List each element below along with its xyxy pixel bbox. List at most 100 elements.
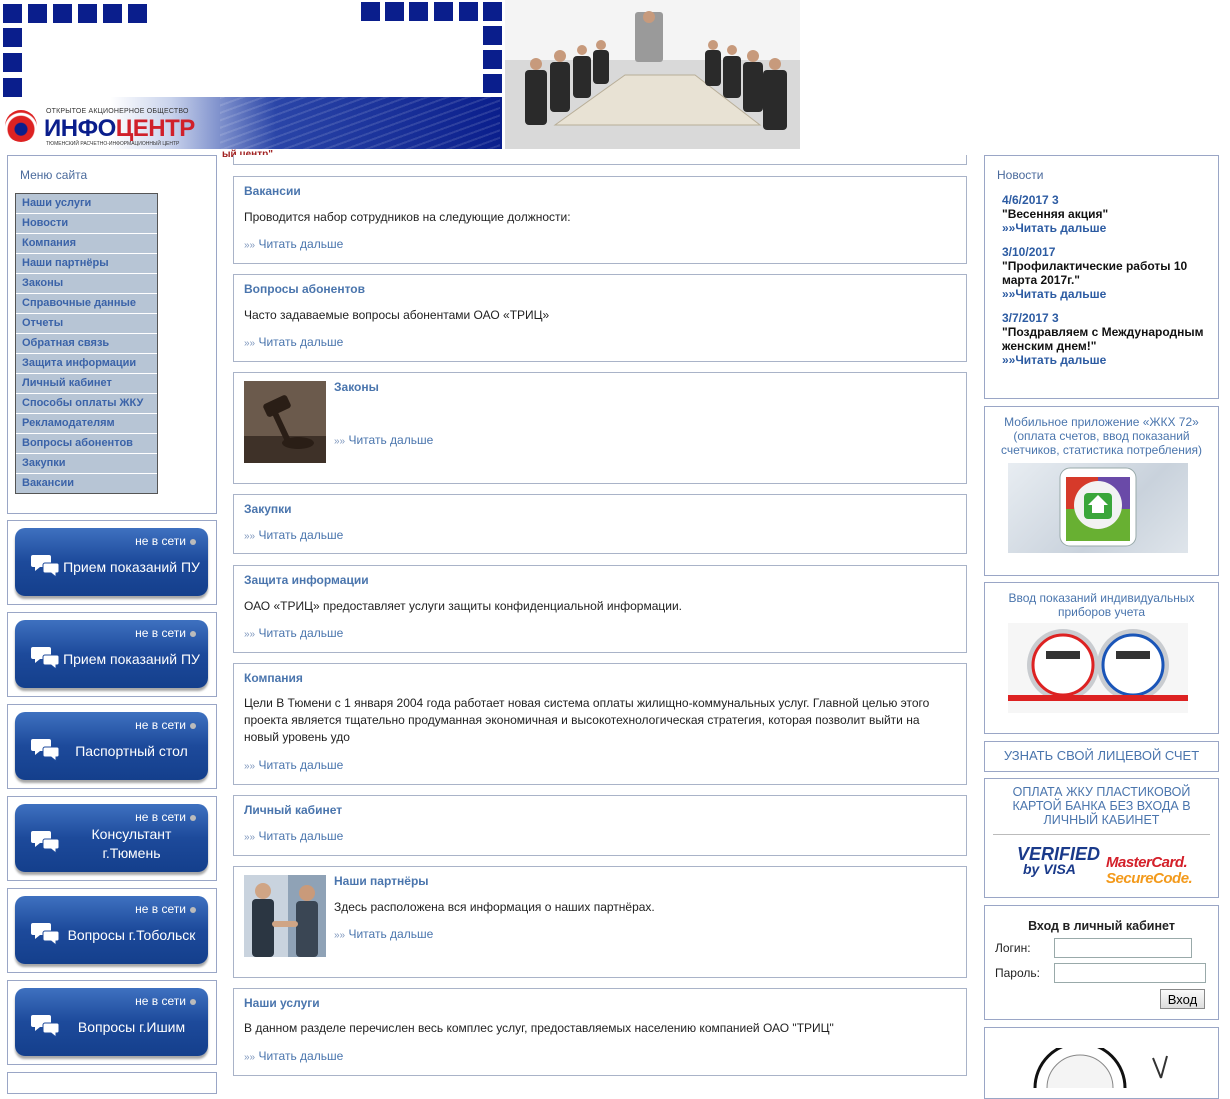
article-title[interactable]: Компания — [244, 671, 303, 685]
handshake-thumbnail[interactable] — [244, 875, 326, 957]
menu-item[interactable]: Наши партнёры — [16, 254, 157, 274]
article-card: Закупки »» Читать дальше — [233, 494, 967, 554]
chat-button[interactable]: не в сети Консультант г.Тюмень — [15, 804, 208, 872]
chat-button[interactable]: не в сети Вопросы г.Тобольск — [15, 896, 208, 964]
logo-banner[interactable]: ОТКРЫТОЕ АКЦИОНЕРНОЕ ОБЩЕСТВО ИНФОЦЕНТР … — [0, 97, 502, 149]
chat-bubbles-icon — [31, 923, 60, 946]
article-card: Наши партнёры Здесь расположена вся инфо… — [233, 866, 967, 978]
chat-label: Прием показаний ПУ — [63, 651, 200, 667]
news-title: Новости — [997, 168, 1044, 182]
site-menu: Меню сайта Наши услуги Новости Компания … — [7, 155, 217, 514]
article-card: Наши услуги В данном разделе перечислен … — [233, 988, 967, 1076]
menu-item[interactable]: Обратная связь — [16, 334, 157, 354]
article-card: Вакансии Проводится набор сотрудников на… — [233, 176, 967, 264]
menu-item[interactable]: Законы — [16, 274, 157, 294]
mobile-app-box: Мобильное приложение «ЖКХ 72» (оплата сч… — [984, 406, 1219, 576]
chat-bubbles-icon — [31, 647, 60, 670]
read-more-link[interactable]: »» Читать дальше — [244, 237, 343, 251]
article-title[interactable]: Закупки — [244, 502, 292, 516]
chat-button[interactable]: не в сети Вопросы г.Ишим — [15, 988, 208, 1056]
chat-widget: не в сети Прием показаний ПУ — [7, 612, 217, 697]
deco-square — [103, 4, 122, 23]
article-title[interactable]: Личный кабинет — [244, 803, 342, 817]
article-title[interactable]: Защита информации — [244, 573, 369, 587]
article-title[interactable]: Наши услуги — [244, 996, 320, 1010]
logo-top-text: ОТКРЫТОЕ АКЦИОНЕРНОЕ ОБЩЕСТВО — [46, 108, 189, 115]
news-read-more-link[interactable]: »»Читать дальше — [1002, 353, 1207, 367]
article-card: Личный кабинет »» Читать дальше — [233, 795, 967, 856]
deco-square — [483, 50, 502, 69]
mobile-app-banner[interactable] — [1008, 463, 1188, 553]
menu-item[interactable]: Рекламодателям — [16, 414, 157, 434]
menu-item[interactable]: Справочные данные — [16, 294, 157, 314]
read-more-link[interactable]: »» Читать дальше — [244, 829, 343, 843]
site-header: ОТКРЫТОЕ АКЦИОНЕРНОЕ ОБЩЕСТВО ИНФОЦЕНТР … — [0, 0, 800, 150]
deco-square — [459, 2, 478, 21]
login-label: Логин: — [995, 941, 1031, 955]
menu-item[interactable]: Личный кабинет — [16, 374, 157, 394]
chat-bubbles-icon — [31, 1015, 60, 1038]
news-item: 4/6/2017 3 "Весенняя акция" »»Читать дал… — [1002, 193, 1207, 235]
password-label: Пароль: — [995, 966, 1040, 980]
read-more-link[interactable]: »» Читать дальше — [244, 758, 343, 772]
article-title[interactable]: Наши партнёры — [334, 874, 429, 888]
news-date[interactable]: 3/10/2017 — [1002, 245, 1207, 259]
chat-button[interactable]: не в сети Паспортный стол — [15, 712, 208, 780]
login-box: Вход в личный кабинет Логин: Пароль: Вхо… — [984, 905, 1219, 1020]
read-more-link[interactable]: »» Читать дальше — [244, 528, 343, 542]
article-title[interactable]: Вакансии — [244, 184, 301, 198]
menu-list: Наши услуги Новости Компания Наши партнё… — [15, 193, 158, 494]
deco-square — [434, 2, 453, 21]
menu-item[interactable]: Наши услуги — [16, 194, 157, 214]
read-more-link[interactable]: »» Читать дальше — [244, 335, 343, 349]
news-read-more-link[interactable]: »»Читать дальше — [1002, 221, 1207, 235]
chat-widget — [7, 1072, 217, 1094]
chat-widget: не в сети Паспортный стол — [7, 704, 217, 789]
menu-item[interactable]: Новости — [16, 214, 157, 234]
chat-widget: не в сети Вопросы г.Тобольск — [7, 888, 217, 973]
header-meeting-photo — [505, 0, 800, 149]
mobile-app-text[interactable]: Мобильное приложение «ЖКХ 72» (оплата сч… — [993, 415, 1210, 457]
news-read-more-link[interactable]: »»Читать дальше — [1002, 287, 1207, 301]
password-input[interactable] — [1054, 963, 1206, 983]
login-button[interactable]: Вход — [1160, 989, 1205, 1009]
news-date[interactable]: 4/6/2017 3 — [1002, 193, 1207, 207]
water-meters-image[interactable] — [1008, 623, 1188, 713]
read-more-link[interactable]: »» Читать дальше — [244, 626, 343, 640]
chat-button[interactable]: не в сети Прием показаний ПУ — [15, 620, 208, 688]
deco-square — [3, 28, 22, 47]
login-input[interactable] — [1054, 938, 1192, 958]
deco-square — [28, 4, 47, 23]
read-more-link[interactable]: »» Читать дальше — [334, 433, 433, 447]
find-account-link[interactable]: УЗНАТЬ СВОЙ ЛИЦЕВОЙ СЧЕТ — [993, 748, 1210, 764]
article-text: Цели В Тюмени с 1 января 2004 года работ… — [244, 696, 930, 744]
meters-box: Ввод показаний индивидуальных приборов у… — [984, 582, 1219, 734]
chat-widget: не в сети Прием показаний ПУ — [7, 520, 217, 605]
news-item: 3/7/2017 3 "Поздравляем с Международным … — [1002, 311, 1207, 367]
menu-item[interactable]: Вопросы абонентов — [16, 434, 157, 454]
gavel-thumbnail[interactable] — [244, 381, 326, 463]
chat-button[interactable]: не в сети Прием показаний ПУ — [15, 528, 208, 596]
meters-text[interactable]: Ввод показаний индивидуальных приборов у… — [993, 591, 1210, 619]
menu-item[interactable]: Закупки — [16, 454, 157, 474]
article-title[interactable]: Вопросы абонентов — [244, 282, 365, 296]
card-payment-link[interactable]: ОПЛАТА ЖКУ ПЛАСТИКОВОЙ КАРТОЙ БАНКА БЕЗ … — [993, 785, 1210, 827]
chat-label: Прием показаний ПУ — [63, 559, 200, 575]
deco-square — [3, 53, 22, 72]
menu-item[interactable]: Отчеты — [16, 314, 157, 334]
read-more-link[interactable]: »» Читать дальше — [244, 1049, 343, 1063]
deco-square — [483, 2, 502, 21]
account-box: УЗНАТЬ СВОЙ ЛИЦЕВОЙ СЧЕТ — [984, 741, 1219, 772]
divider — [993, 834, 1210, 835]
news-date[interactable]: 3/7/2017 3 — [1002, 311, 1207, 325]
article-title[interactable]: Законы — [334, 380, 379, 394]
deco-square — [128, 4, 147, 23]
menu-item[interactable]: Способы оплаты ЖКУ — [16, 394, 157, 414]
article-text: Проводится набор сотрудников на следующи… — [244, 210, 571, 224]
read-more-link[interactable]: »» Читать дальше — [334, 927, 433, 941]
deco-square — [483, 26, 502, 45]
news-box: Новости 4/6/2017 3 "Весенняя акция" »»Чи… — [984, 155, 1219, 399]
menu-item[interactable]: Вакансии — [16, 474, 157, 493]
menu-item[interactable]: Компания — [16, 234, 157, 254]
menu-item[interactable]: Защита информации — [16, 354, 157, 374]
